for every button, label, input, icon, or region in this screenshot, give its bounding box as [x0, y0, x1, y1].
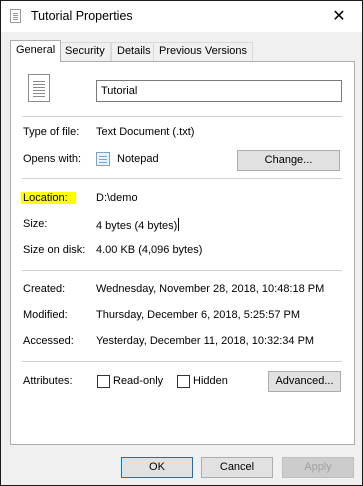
general-panel: Tutorial Type of file: Text Document (.t… — [10, 61, 355, 445]
divider — [22, 178, 342, 179]
cancel-button[interactable]: Cancel — [201, 457, 273, 478]
accessed-label: Accessed: — [23, 335, 74, 347]
tab-general[interactable]: General — [10, 40, 62, 62]
title-bar[interactable]: Tutorial Properties ✕ — [1, 1, 362, 32]
opens-with-label: Opens with: — [23, 153, 82, 165]
tab-security[interactable]: Security — [59, 42, 111, 61]
accessed-value: Yesterday, December 11, 2018, 10:32:34 P… — [96, 335, 315, 347]
window-title: Tutorial Properties — [31, 9, 133, 23]
advanced-button[interactable]: Advanced... — [268, 371, 341, 392]
type-label: Type of file: — [23, 126, 80, 138]
read-only-label[interactable]: Read-only — [113, 375, 163, 387]
close-icon: ✕ — [332, 7, 346, 25]
tab-previous-versions[interactable]: Previous Versions — [153, 42, 254, 61]
size-value: 4 bytes (4 bytes) — [96, 218, 180, 232]
properties-dialog: Tutorial Properties ✕ General Security D… — [0, 0, 363, 486]
text-document-icon — [28, 74, 50, 102]
read-only-checkbox[interactable] — [97, 375, 110, 388]
location-label-text: Location: — [21, 192, 76, 204]
modified-value: Thursday, December 6, 2018, 5:25:57 PM — [96, 309, 301, 321]
divider — [22, 116, 342, 117]
attributes-label: Attributes: — [23, 375, 73, 387]
ok-button[interactable]: OK — [121, 457, 193, 478]
dialog-footer: OK Cancel Apply — [1, 449, 362, 485]
text-document-icon — [10, 9, 21, 23]
change-button[interactable]: Change... — [237, 150, 340, 171]
size-on-disk-label: Size on disk: — [23, 244, 86, 256]
file-name-field[interactable]: Tutorial — [96, 80, 342, 102]
created-value: Wednesday, November 28, 2018, 10:48:18 P… — [96, 283, 325, 295]
divider — [22, 361, 342, 362]
opens-with-value: Notepad — [117, 153, 159, 165]
location-value: D:\demo — [96, 192, 138, 204]
divider — [22, 270, 342, 271]
hidden-label[interactable]: Hidden — [193, 375, 228, 387]
size-value-text: 4 bytes (4 bytes) — [96, 220, 178, 232]
close-button[interactable]: ✕ — [316, 1, 362, 32]
created-label: Created: — [23, 283, 66, 295]
size-on-disk-value: 4.00 KB (4,096 bytes) — [96, 244, 203, 256]
apply-button[interactable]: Apply — [282, 457, 354, 478]
text-cursor — [178, 218, 180, 231]
size-label: Size: — [23, 218, 48, 230]
type-value: Text Document (.txt) — [96, 126, 195, 138]
modified-label: Modified: — [23, 309, 68, 321]
location-label: Location: — [21, 192, 76, 204]
hidden-checkbox[interactable] — [177, 375, 190, 388]
notepad-icon — [96, 152, 110, 166]
tab-details[interactable]: Details — [111, 42, 157, 61]
